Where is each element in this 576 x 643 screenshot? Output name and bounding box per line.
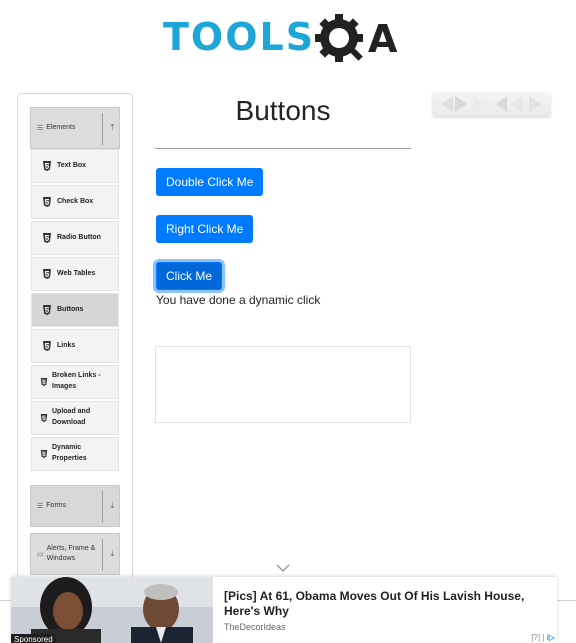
arrow-pattern-graphic xyxy=(441,96,541,112)
gear-q-icon xyxy=(315,14,363,62)
html5-icon xyxy=(43,305,51,315)
menu-item-links[interactable]: Links xyxy=(31,329,119,363)
menu-item-label: Radio Button xyxy=(57,233,101,241)
title-divider xyxy=(155,148,411,149)
menu-item-web-tables[interactable]: Web Tables xyxy=(31,257,119,291)
html5-icon xyxy=(40,450,48,458)
menu-item-label: Upload and Download xyxy=(52,408,91,426)
menu-item-upload-download[interactable]: Upload and Download xyxy=(31,401,119,435)
adchoices-label: [?] | xyxy=(531,633,545,642)
html5-icon xyxy=(43,341,51,351)
group-header-elements[interactable]: ☰ Elements ⇡ xyxy=(30,107,120,149)
dynamic-click-message: You have done a dynamic click xyxy=(156,293,321,307)
menu-item-buttons[interactable]: Buttons xyxy=(31,293,119,327)
left-panel: ☰ Elements ⇡ Text Box Check Box Radio Bu… xyxy=(17,93,133,643)
menu-item-label: Check Box xyxy=(57,197,94,205)
collapse-arrow-icon[interactable]: ⇡ xyxy=(109,123,116,132)
divider xyxy=(102,491,103,523)
ad-placeholder xyxy=(155,346,411,423)
group-header-forms[interactable]: ☰ Forms ⇣ xyxy=(30,485,120,527)
adchoices-icon[interactable]: [?] | i▷ xyxy=(531,633,555,642)
menu-item-text-box[interactable]: Text Box xyxy=(31,149,119,183)
ad-headline[interactable]: [Pics] At 61, Obama Moves Out Of His Lav… xyxy=(224,589,544,619)
html5-icon xyxy=(43,233,51,243)
ad-thumbnail[interactable]: Sponsored xyxy=(11,577,213,643)
page-title: Buttons xyxy=(235,95,331,126)
logo-wordmark: TOOLS xyxy=(163,15,316,59)
side-ad-strip[interactable] xyxy=(433,93,550,116)
divider xyxy=(102,113,103,145)
expand-arrow-icon[interactable]: ⇣ xyxy=(109,549,116,558)
right-click-button[interactable]: Right Click Me xyxy=(156,215,254,243)
logo-a-letter: A xyxy=(368,17,398,61)
menu-item-label: Links xyxy=(57,341,76,349)
group-label: Alerts, Frame & Windows xyxy=(46,545,96,562)
html5-icon xyxy=(40,414,48,422)
double-click-button[interactable]: Double Click Me xyxy=(156,168,264,196)
click-me-button[interactable]: Click Me xyxy=(156,262,223,290)
menu-item-label: Broken Links - Images xyxy=(52,372,101,390)
ad-source: TheDecorIdeas xyxy=(224,622,286,632)
html5-icon xyxy=(43,161,51,171)
toolsqa-logo[interactable]: TOOLS A xyxy=(163,12,408,68)
list-icon: ☰ xyxy=(37,125,44,132)
menu-item-label: Text Box xyxy=(57,161,87,169)
chevron-down-icon[interactable] xyxy=(276,563,290,573)
expand-arrow-icon[interactable]: ⇣ xyxy=(109,501,116,510)
elements-menu-list: Text Box Check Box Radio Button Web Tabl… xyxy=(30,149,120,473)
list-icon: ☰ xyxy=(37,503,44,510)
menu-item-label: Dynamic Properties xyxy=(52,444,87,462)
menu-item-label: Buttons xyxy=(57,305,84,313)
menu-item-radio-button[interactable]: Radio Button xyxy=(31,221,119,255)
menu-item-dynamic-properties[interactable]: Dynamic Properties xyxy=(31,437,119,471)
sponsored-label: Sponsored xyxy=(11,634,56,643)
group-header-alerts[interactable]: ▭ Alerts, Frame & Windows ⇣ xyxy=(30,533,120,575)
html5-icon xyxy=(43,269,51,279)
html5-icon xyxy=(43,197,51,207)
menu-item-label: Web Tables xyxy=(57,269,96,277)
divider xyxy=(102,539,103,571)
sponsored-banner[interactable]: Sponsored [Pics] At 61, Obama Moves Out … xyxy=(11,577,557,643)
menu-item-broken-links[interactable]: Broken Links - Images xyxy=(31,365,119,399)
window-icon: ▭ xyxy=(37,551,44,558)
menu-item-check-box[interactable]: Check Box xyxy=(31,185,119,219)
html5-icon xyxy=(40,378,48,386)
